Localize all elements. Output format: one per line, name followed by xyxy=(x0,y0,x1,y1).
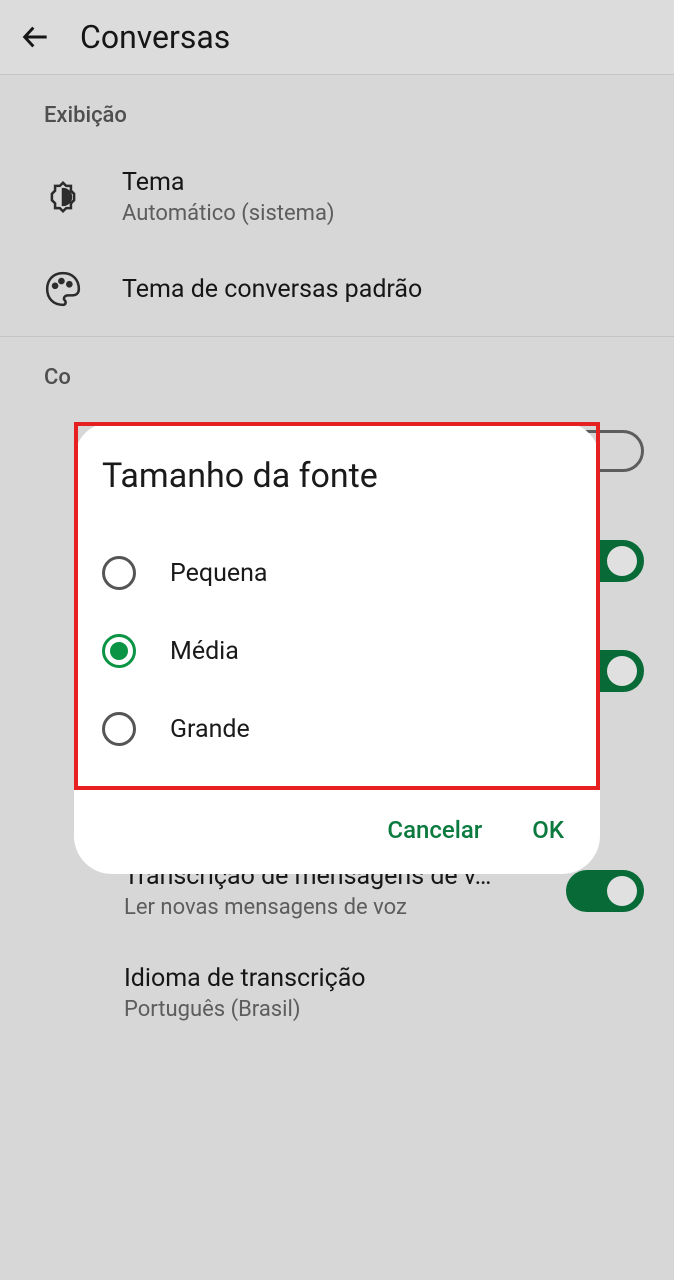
font-size-dialog: Tamanho da fonte Pequena Média Grande Ca… xyxy=(74,422,600,874)
radio-icon xyxy=(102,556,136,590)
dialog-actions: Cancelar OK xyxy=(74,790,600,874)
radio-option-medium[interactable]: Média xyxy=(102,612,572,690)
ok-button[interactable]: OK xyxy=(532,816,564,844)
cancel-button[interactable]: Cancelar xyxy=(387,816,482,844)
radio-icon xyxy=(102,712,136,746)
dialog-title: Tamanho da fonte xyxy=(102,456,572,496)
radio-option-large[interactable]: Grande xyxy=(102,690,572,768)
radio-icon-selected xyxy=(102,634,136,668)
dialog-highlight-box: Tamanho da fonte Pequena Média Grande xyxy=(74,422,600,790)
radio-label-small: Pequena xyxy=(170,559,268,588)
radio-label-medium: Média xyxy=(170,637,239,666)
radio-label-large: Grande xyxy=(170,715,250,744)
radio-option-small[interactable]: Pequena xyxy=(102,534,572,612)
